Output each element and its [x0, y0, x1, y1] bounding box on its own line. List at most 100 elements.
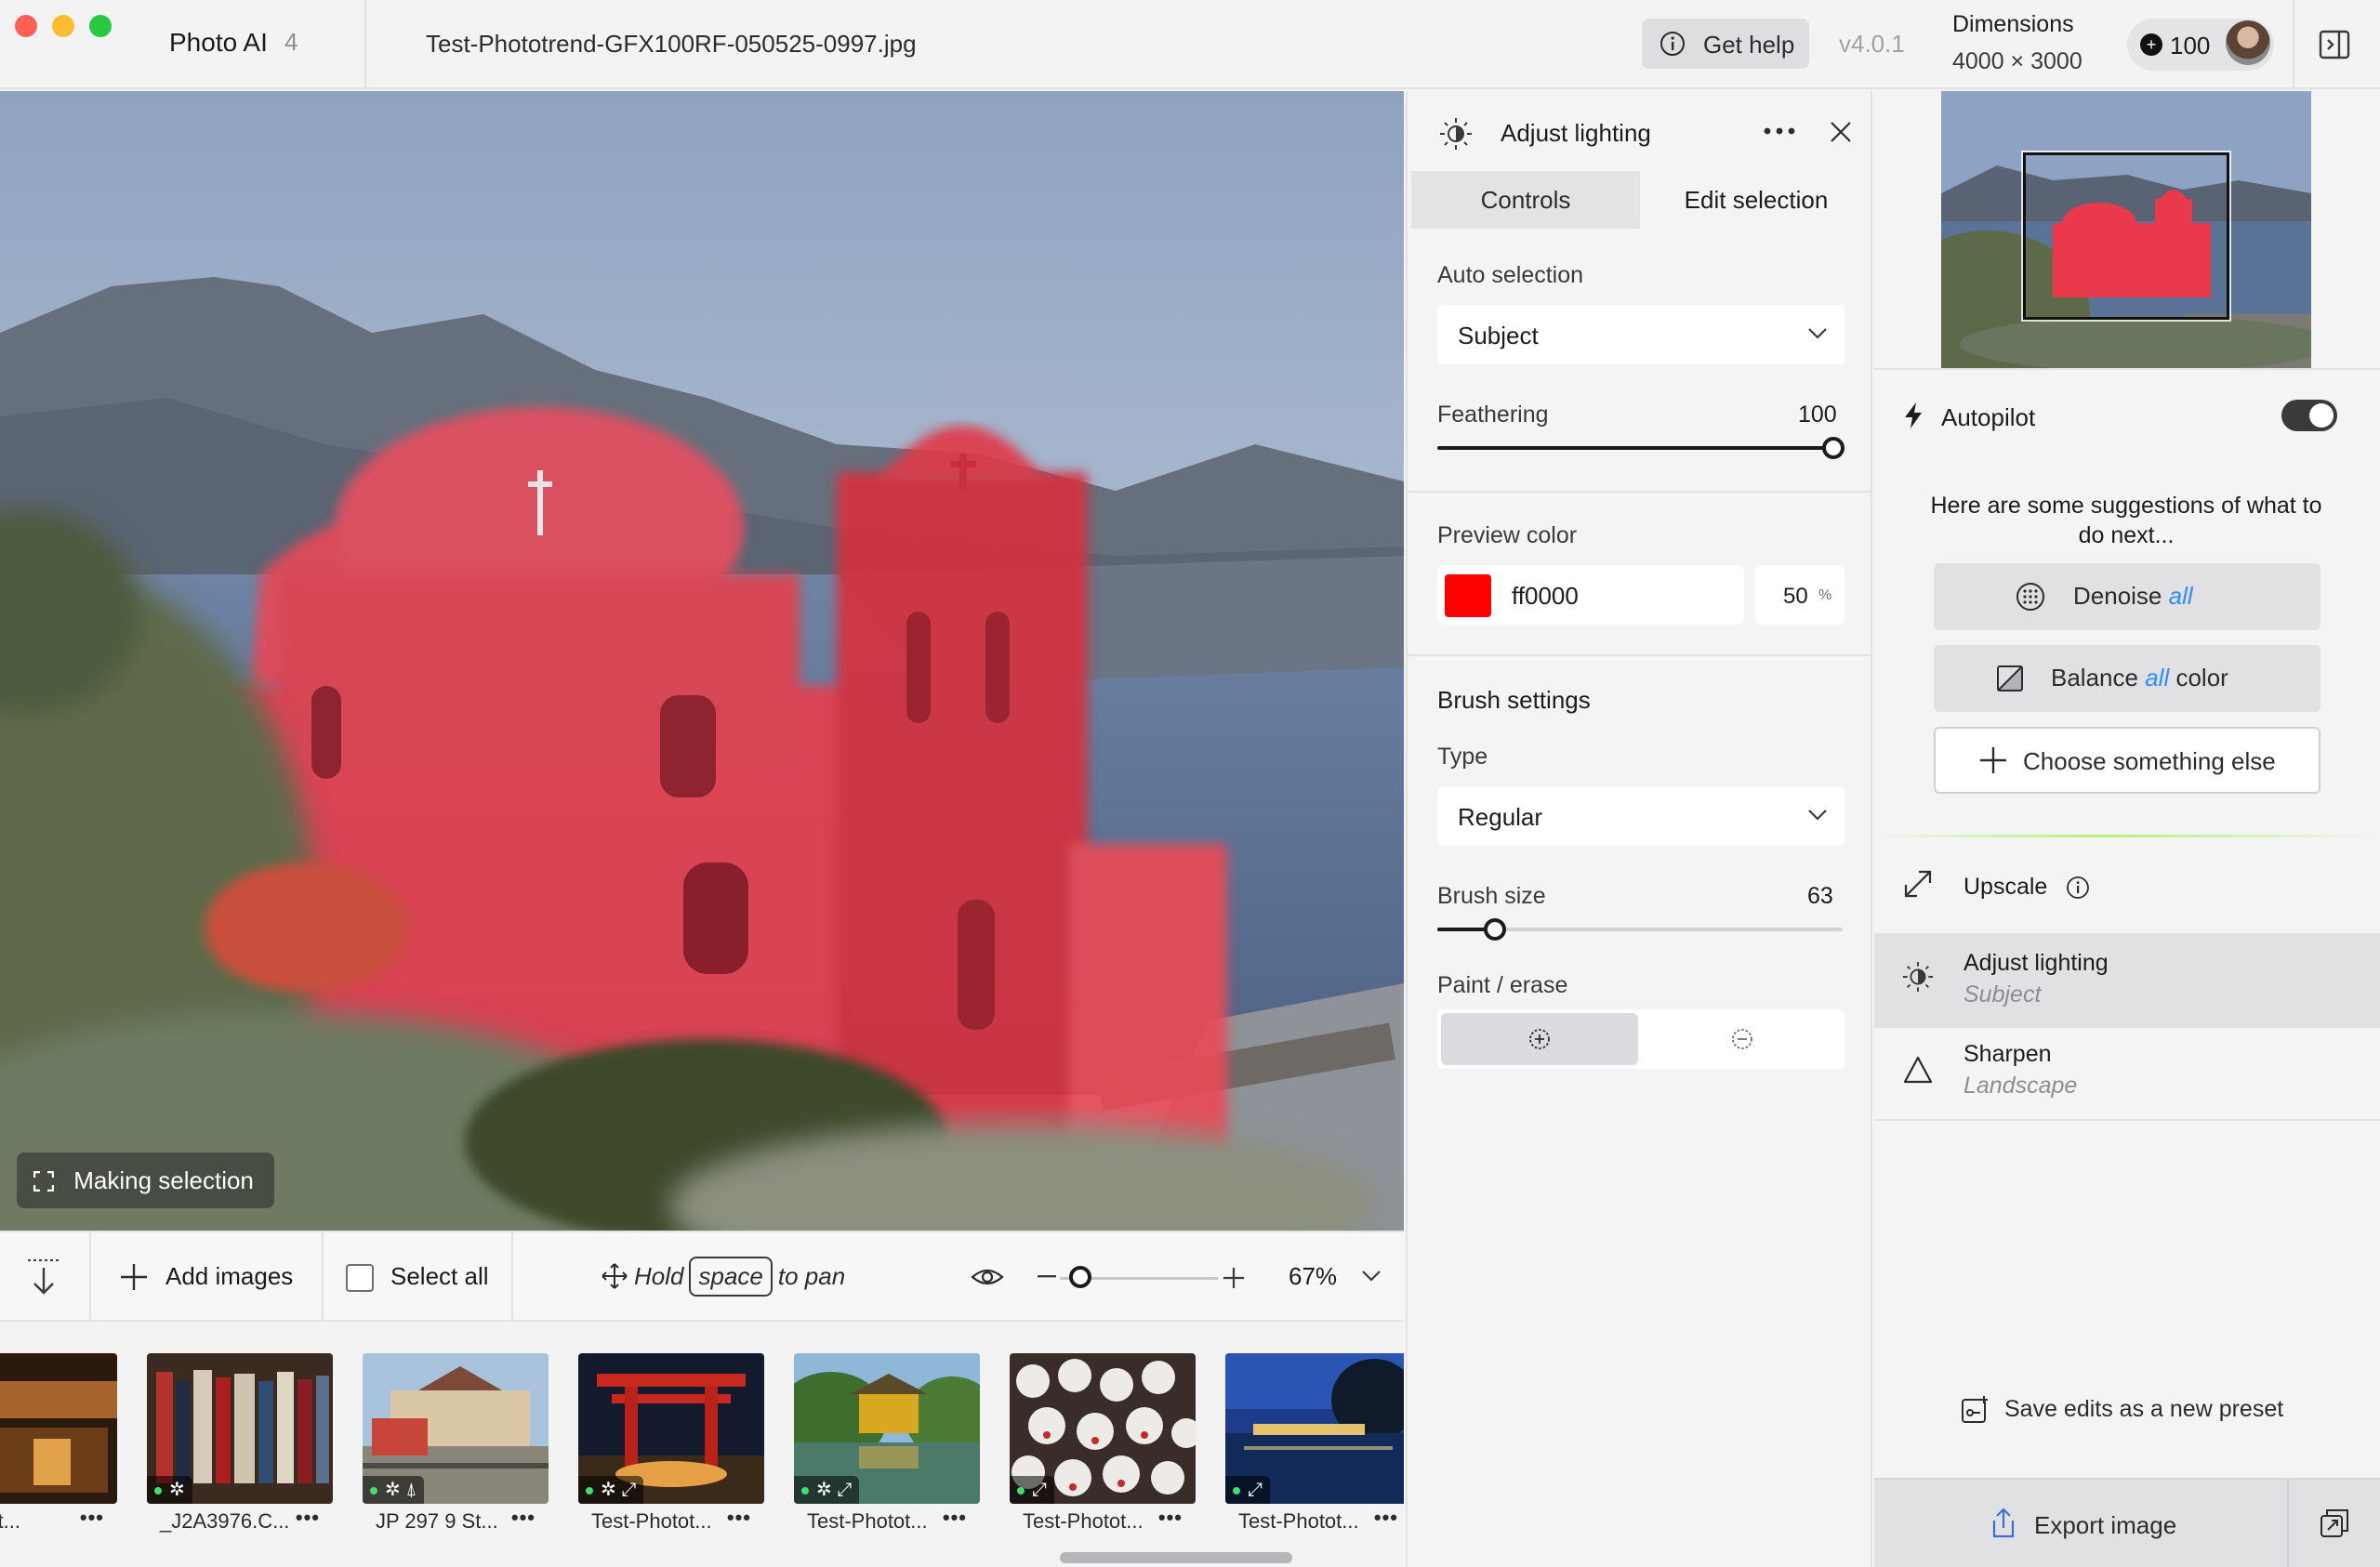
brush-type-value: Regular [1458, 803, 1543, 831]
navigator-viewport[interactable] [2021, 151, 2231, 322]
credit-icon: + [2140, 33, 2162, 56]
paint-erase-toggle [1437, 1009, 1844, 1069]
filmstrip-thumbnail[interactable]: ⤢ [1010, 1353, 1196, 1504]
filmstrip-thumbnail[interactable]: ⤢ [0, 1353, 117, 1504]
auto-selection-dropdown[interactable]: Subject [1437, 305, 1844, 364]
lighting-icon [1902, 961, 1934, 993]
app-name: Photo AI [169, 28, 268, 57]
preset-icon [1962, 1396, 1988, 1423]
get-help-button[interactable]: Get help [1642, 19, 1809, 69]
zoom-slider-knob[interactable] [1069, 1266, 1091, 1288]
filmstrip-scrollbar[interactable] [1060, 1552, 1292, 1563]
thumbnail-label: Photot...••• [0, 1506, 104, 1533]
save-preset-button[interactable]: Save edits as a new preset [1960, 1394, 2283, 1432]
filmstrip-thumbnail[interactable]: ✲ ⤢ [794, 1353, 980, 1504]
thumbnail-status: ✲ [147, 1476, 192, 1504]
chevron-down-icon[interactable] [1361, 1270, 1382, 1283]
batch-export-icon[interactable] [2319, 1508, 2350, 1539]
more-icon[interactable] [1763, 126, 1796, 136]
erase-brush-icon [1732, 1029, 1752, 1049]
select-all-checkbox[interactable] [346, 1264, 374, 1292]
add-images-button[interactable]: Add images [117, 1232, 322, 1322]
preview-color-hex: ff0000 [1512, 582, 1579, 610]
brush-type-dropdown[interactable]: Regular [1437, 786, 1844, 846]
divider [89, 1232, 91, 1322]
filmstrip-thumbnail[interactable]: ✲ ⤢ [578, 1353, 764, 1504]
panel-title: Adjust lighting [1501, 119, 1651, 147]
minimize-window-button[interactable] [52, 15, 74, 37]
save-preset-label: Save edits as a new preset [2004, 1396, 2284, 1422]
download-arrow-icon[interactable] [26, 1258, 61, 1296]
more-icon[interactable]: ••• [1158, 1506, 1183, 1530]
thumbnail-status: ✲ ⍋ [363, 1476, 425, 1504]
tool-subtitle: Subject [1964, 981, 2042, 1007]
app-version-badge: 4 [284, 28, 298, 56]
pan-hint: Hold space to pan [601, 1257, 845, 1297]
tool-sharpen[interactable]: Sharpen Landscape [1874, 1028, 2380, 1119]
avatar[interactable] [2226, 20, 2270, 65]
divider [1874, 368, 2380, 370]
zoom-value[interactable]: 67% [1289, 1262, 1337, 1291]
chevron-down-icon [1808, 810, 1827, 821]
tool-upscale[interactable]: Upscale [1874, 842, 2380, 933]
divider [1408, 491, 1871, 493]
preview-opacity-field[interactable]: 50 % [1755, 565, 1844, 625]
filmstrip-thumbnail[interactable]: ⤢ [1225, 1353, 1404, 1504]
thumbnail-status: ⤢ [1225, 1476, 1270, 1504]
all-tag: all [2145, 664, 2170, 691]
more-icon[interactable]: ••• [296, 1506, 320, 1530]
more-icon[interactable]: ••• [943, 1506, 967, 1530]
export-icon [1992, 1508, 2015, 1538]
filmstrip-thumbnail[interactable]: ✲ [147, 1353, 333, 1504]
balance-label: Balance [2051, 664, 2138, 691]
color-label: color [2175, 664, 2228, 691]
preview-color-field[interactable]: ff0000 [1437, 565, 1744, 625]
brush-size-slider-knob[interactable] [1484, 918, 1506, 941]
eye-icon[interactable] [971, 1262, 1004, 1292]
panel-tabs: Controls Edit selection [1411, 171, 1871, 229]
filmstrip-thumbnail[interactable]: ✲ ⍋ [363, 1353, 549, 1504]
paint-button[interactable] [1441, 1013, 1638, 1065]
panel-toggle-icon[interactable] [2306, 20, 2363, 69]
more-icon[interactable]: ••• [511, 1506, 536, 1530]
more-icon[interactable]: ••• [727, 1506, 751, 1530]
image-canvas[interactable]: Making selection [0, 91, 1404, 1231]
auto-selection-label: Auto selection [1437, 262, 1584, 288]
export-image-button[interactable]: Export image [1874, 1480, 2287, 1567]
autopilot-toggle[interactable] [2281, 400, 2337, 431]
thumbnail-label: JP 297 9 St... ••• [376, 1506, 536, 1533]
thumbnail-label: Test-Photot... ••• [807, 1506, 967, 1533]
tool-subtitle: Landscape [1964, 1073, 2078, 1099]
pan-hold-label: Hold [634, 1262, 684, 1290]
close-window-button[interactable] [15, 15, 37, 37]
erase-button[interactable] [1644, 1013, 1841, 1065]
zoom-window-button[interactable] [89, 15, 112, 37]
feathering-value: 100 [1798, 402, 1837, 428]
denoise-suggestion-button[interactable]: Denoise all [1934, 563, 2320, 630]
tab-edit-selection[interactable]: Edit selection [1642, 171, 1871, 229]
info-icon[interactable] [2066, 876, 2090, 900]
balance-color-suggestion-button[interactable]: Balance all color [1934, 645, 2320, 712]
more-icon[interactable]: ••• [80, 1506, 104, 1530]
close-icon[interactable] [1830, 121, 1852, 143]
balance-icon [1997, 665, 2023, 691]
color-swatch[interactable] [1445, 574, 1491, 617]
zoom-in-icon[interactable] [1223, 1268, 1244, 1288]
lighting-icon [1440, 118, 1472, 150]
feathering-slider-fill [1437, 446, 1828, 450]
navigator-preview[interactable] [1941, 91, 2311, 370]
divider [1408, 654, 1871, 656]
feathering-slider-knob[interactable] [1822, 437, 1844, 459]
suggestions-intro: Here are some suggestions of what to do … [1930, 493, 2322, 548]
thumbnail-label: _J2A3976.C... ••• [160, 1506, 320, 1533]
credits-count: 100 [2170, 32, 2211, 59]
get-help-label: Get help [1703, 31, 1795, 59]
choose-something-else-button[interactable]: Choose something else [1934, 727, 2320, 794]
divider [2293, 0, 2294, 89]
thumbnail-label: Test-Photot... ••• [1238, 1506, 1398, 1533]
select-all-label: Select all [390, 1262, 489, 1290]
more-icon[interactable]: ••• [1374, 1506, 1398, 1530]
zoom-out-icon[interactable] [1038, 1275, 1056, 1279]
tab-controls[interactable]: Controls [1411, 171, 1640, 229]
tool-adjust-lighting[interactable]: Adjust lighting Subject [1874, 935, 2380, 1026]
